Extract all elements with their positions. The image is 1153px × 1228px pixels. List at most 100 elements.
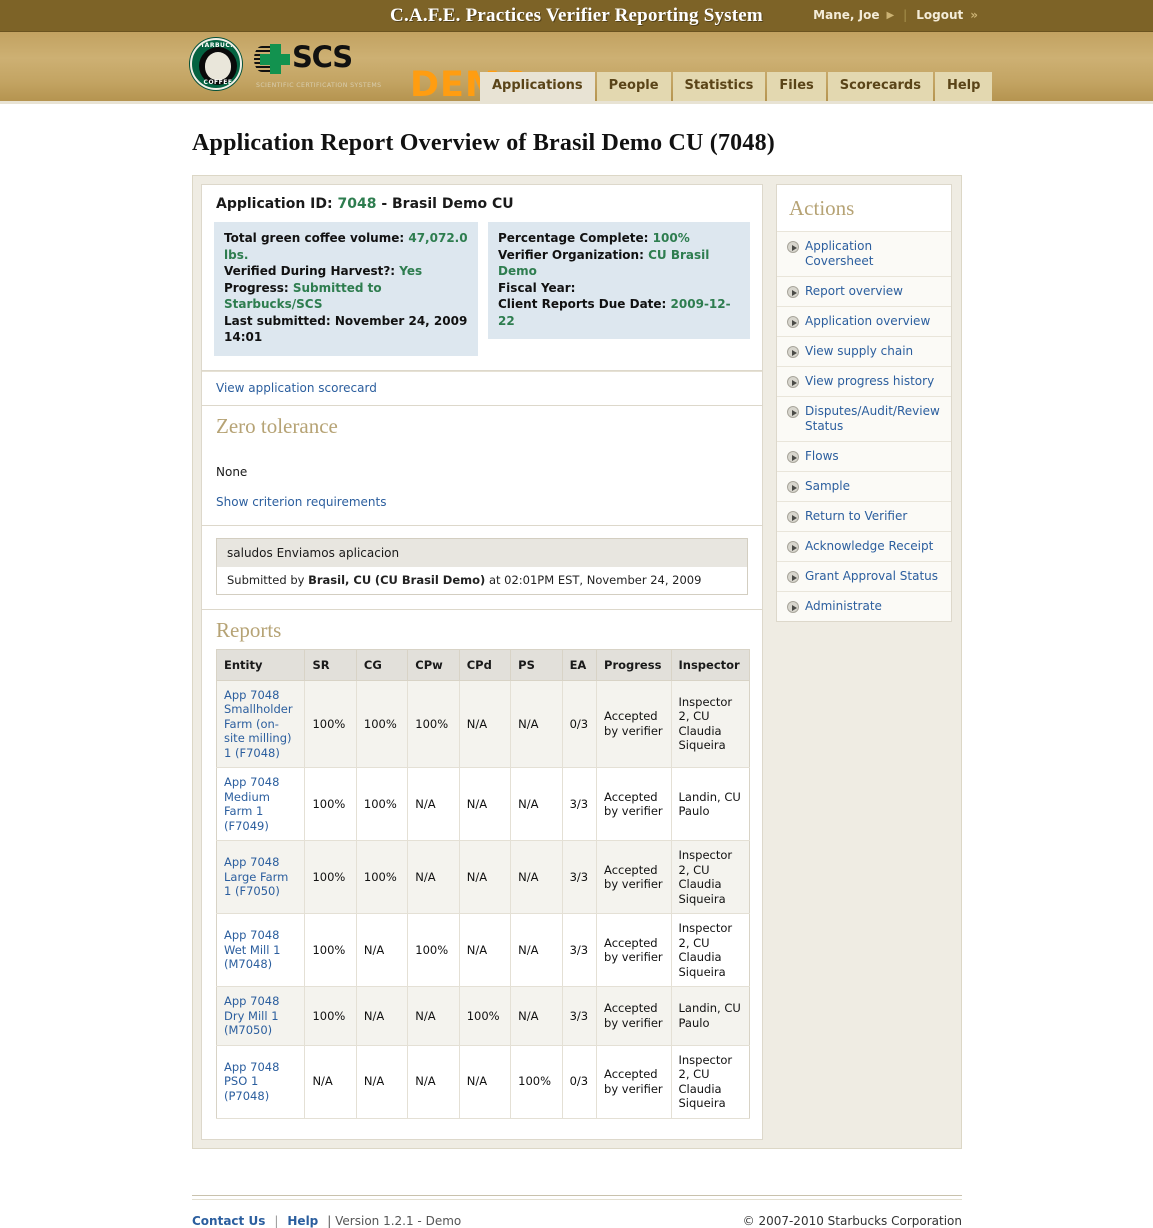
nav-tab-applications[interactable]: Applications bbox=[480, 72, 595, 101]
cell-inspector: Landin, CU Paulo bbox=[671, 767, 750, 841]
column-header-ps[interactable]: PS bbox=[510, 649, 563, 681]
footer-divider-bottom bbox=[192, 1198, 962, 1200]
action-item-administrate[interactable]: Administrate bbox=[777, 592, 951, 621]
starbucks-logo-icon: STARBUCKS COFFEE bbox=[190, 38, 242, 90]
comment-meta-name: Brasil, CU bbox=[308, 572, 372, 587]
cell-sr: 100% bbox=[304, 767, 357, 841]
column-header-entity[interactable]: Entity bbox=[216, 649, 306, 681]
view-application-scorecard-link[interactable]: View application scorecard bbox=[216, 381, 377, 395]
play-circle-icon bbox=[787, 451, 799, 463]
summary-box-left: Total green coffee volume: 47,072.0 lbs.… bbox=[214, 222, 478, 356]
cell-progress: Accepted by verifier bbox=[596, 986, 672, 1046]
cell-cg: N/A bbox=[356, 1045, 409, 1119]
action-item-label: Administrate bbox=[805, 599, 882, 613]
footer-pipe-1: | bbox=[274, 1213, 279, 1228]
action-item-sample[interactable]: Sample bbox=[777, 472, 951, 502]
cell-cpw: N/A bbox=[407, 986, 460, 1046]
cell-cpd: N/A bbox=[459, 840, 512, 914]
action-item-label: Acknowledge Receipt bbox=[805, 539, 934, 553]
actions-panel: Actions Application Coversheet Report ove… bbox=[776, 184, 952, 622]
show-criterion-requirements-link[interactable]: Show criterion requirements bbox=[216, 495, 386, 509]
comment-text: saludos Enviamos aplicacion bbox=[217, 538, 747, 567]
footer: Contact Us | Help | Version 1.2.1 - Demo… bbox=[192, 1214, 962, 1228]
action-item-acknowledge-receipt[interactable]: Acknowledge Receipt bbox=[777, 532, 951, 562]
action-item-return-to-verifier[interactable]: Return to Verifier bbox=[777, 502, 951, 532]
comment-meta-org: (CU Brasil Demo) bbox=[374, 572, 486, 587]
column-header-cpd[interactable]: CPd bbox=[459, 649, 512, 681]
play-circle-icon bbox=[787, 286, 799, 298]
nav-tab-help[interactable]: Help bbox=[934, 72, 993, 101]
volume-label: Total green coffee volume: bbox=[224, 231, 405, 245]
scs-logo-subtitle: SCIENTIFIC CERTIFICATION SYSTEMS bbox=[256, 82, 382, 89]
percent-complete-value: 100% bbox=[652, 231, 690, 245]
table-row: App 7048 PSO 1 (P7048) N/A N/A N/A N/A 100% 0/… bbox=[216, 1045, 750, 1119]
action-item-application-coversheet[interactable]: Application Coversheet bbox=[777, 232, 951, 277]
cell-inspector: Inspector 2, CU Claudia Siqueira bbox=[671, 680, 750, 768]
zero-tolerance-body: None bbox=[216, 464, 248, 479]
nav-tab-files[interactable]: Files bbox=[767, 72, 826, 101]
action-item-label: Flows bbox=[805, 449, 839, 463]
column-header-progress[interactable]: Progress bbox=[596, 649, 672, 681]
action-item-label: View progress history bbox=[805, 374, 935, 388]
entity-link[interactable]: App 7048 Smallholder Farm (on-site milli… bbox=[224, 688, 293, 760]
entity-link[interactable]: App 7048 Large Farm 1 (F7050) bbox=[224, 855, 288, 898]
entity-link[interactable]: App 7048 Medium Farm 1 (F7049) bbox=[224, 775, 279, 833]
action-item-label: Return to Verifier bbox=[805, 509, 908, 523]
starbucks-logo-bottom-text: COFFEE bbox=[203, 79, 233, 86]
cell-entity: App 7048 Large Farm 1 (F7050) bbox=[216, 840, 306, 914]
actions-heading: Actions bbox=[777, 185, 951, 232]
play-circle-icon bbox=[787, 571, 799, 583]
cell-entity: App 7048 Dry Mill 1 (M7050) bbox=[216, 986, 306, 1046]
logout-double-arrow-icon[interactable]: » bbox=[970, 0, 978, 31]
play-circle-icon bbox=[787, 541, 799, 553]
entity-link[interactable]: App 7048 PSO 1 (P7048) bbox=[224, 1060, 279, 1103]
comment-meta-suffix: at 02:01PM EST, November 24, 2009 bbox=[488, 572, 702, 587]
nav-tab-people[interactable]: People bbox=[596, 72, 671, 101]
column-header-inspector[interactable]: Inspector bbox=[671, 649, 750, 681]
actions-list: Application Coversheet Report overview App… bbox=[777, 232, 951, 621]
summary-boxes: Total green coffee volume: 47,072.0 lbs.… bbox=[202, 222, 762, 370]
cell-inspector: Inspector 2, CU Claudia Siqueira bbox=[671, 840, 750, 914]
action-item-view-supply-chain[interactable]: View supply chain bbox=[777, 337, 951, 367]
column-header-cg[interactable]: CG bbox=[356, 649, 409, 681]
action-item-flows[interactable]: Flows bbox=[777, 442, 951, 472]
table-row: App 7048 Wet Mill 1 (M7048) 100% N/A 100% N/… bbox=[216, 913, 750, 987]
cell-cg: N/A bbox=[356, 913, 409, 987]
table-row: App 7048 Medium Farm 1 (F7049) 100% 100% N/… bbox=[216, 767, 750, 841]
footer-copyright: © 2007-2010 Starbucks Corporation bbox=[742, 1213, 962, 1228]
play-circle-icon bbox=[787, 406, 799, 418]
brand-bar: STARBUCKS COFFEE SCS SCIENTIFIC CERTIFIC… bbox=[0, 32, 1153, 104]
progress-label: Progress: bbox=[224, 280, 289, 295]
harvest-label: Verified During Harvest?: bbox=[224, 264, 396, 278]
nav-tab-scorecards[interactable]: Scorecards bbox=[827, 72, 933, 101]
logout-link[interactable]: Logout bbox=[916, 0, 963, 31]
user-arrow-icon[interactable]: ▶ bbox=[886, 0, 894, 31]
action-item-application-overview[interactable]: Application overview bbox=[777, 307, 951, 337]
action-item-view-progress-history[interactable]: View progress history bbox=[777, 367, 951, 397]
play-circle-icon bbox=[787, 316, 799, 328]
action-item-disputes-audit-review-status[interactable]: Disputes/Audit/Review Status bbox=[777, 397, 951, 442]
page-body: Application Report Overview of Brasil De… bbox=[0, 130, 1153, 1228]
top-bar: C.A.F.E. Practices Verifier Reporting Sy… bbox=[0, 0, 1153, 32]
column-header-ea[interactable]: EA bbox=[562, 649, 598, 681]
entity-link[interactable]: App 7048 Dry Mill 1 (M7050) bbox=[224, 994, 279, 1037]
scs-cross-icon bbox=[260, 44, 290, 74]
action-item-report-overview[interactable]: Report overview bbox=[777, 277, 951, 307]
due-date-label: Client Reports Due Date: bbox=[497, 297, 667, 311]
reports-table: Entity SR CG CPw CPd PS EA Progress Insp… bbox=[216, 648, 750, 1119]
cell-cpw: 100% bbox=[407, 680, 460, 768]
action-item-grant-approval-status[interactable]: Grant Approval Status bbox=[777, 562, 951, 592]
reports-table-head: Entity SR CG CPw CPd PS EA Progress Insp… bbox=[216, 649, 750, 681]
contact-us-link[interactable]: Contact Us bbox=[192, 1214, 265, 1228]
cell-ea: 0/3 bbox=[562, 680, 598, 768]
reports-panel: Reports Entity SR CG CPw CPd PS EA Progr… bbox=[201, 608, 763, 1140]
cell-ea: 0/3 bbox=[562, 1045, 598, 1119]
column-header-cpw[interactable]: CPw bbox=[407, 649, 460, 681]
footer-help-link[interactable]: Help bbox=[287, 1214, 318, 1228]
column-header-sr[interactable]: SR bbox=[304, 649, 357, 681]
entity-link[interactable]: App 7048 Wet Mill 1 (M7048) bbox=[224, 928, 280, 971]
verifier-org-label: Verifier Organization: bbox=[497, 247, 644, 262]
nav-tab-statistics[interactable]: Statistics bbox=[672, 72, 766, 101]
cell-cg: 100% bbox=[356, 680, 409, 768]
cell-cpw: N/A bbox=[407, 767, 460, 841]
